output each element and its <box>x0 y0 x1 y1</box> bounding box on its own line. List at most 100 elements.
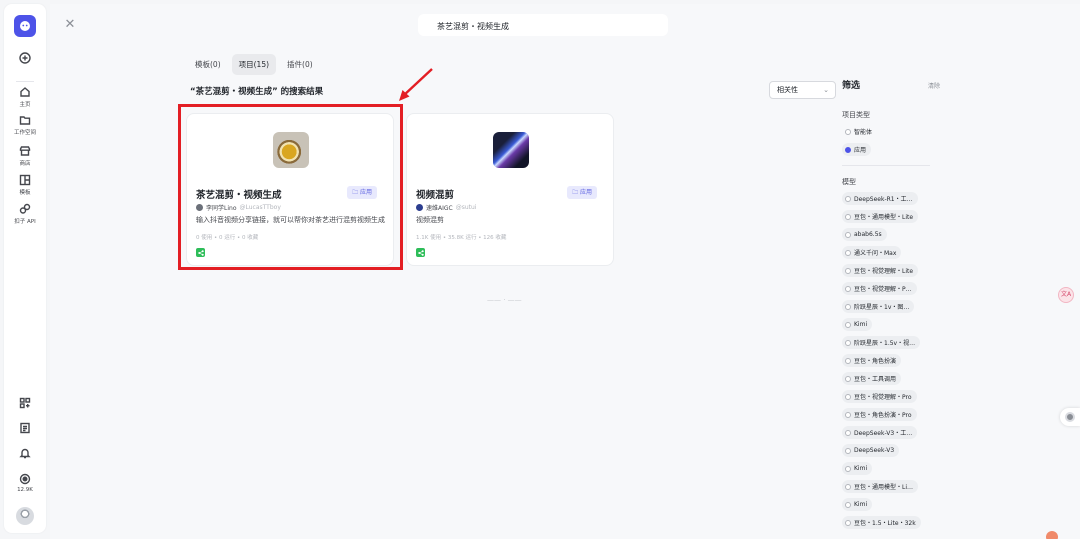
rail-item-label: 模板 <box>19 190 31 196</box>
type-option-app[interactable]: 应用 <box>842 143 872 156</box>
model-option[interactable]: abab6.5s <box>842 228 887 241</box>
model-option[interactable]: 豆包・角色扮演・Pro <box>842 408 917 421</box>
model-option[interactable]: DeepSeek-V3・工… <box>842 426 918 439</box>
chip-label: 豆包・角色扮演 <box>854 358 897 365</box>
chip-label: Kimi <box>854 465 868 472</box>
list-end-divider: —— · —— <box>487 296 522 304</box>
model-option[interactable]: 阶跃星辰・1v・图… <box>842 300 915 313</box>
radio-icon <box>845 213 851 220</box>
home-icon <box>20 87 30 97</box>
model-option[interactable]: DeepSeek-R1・工… <box>842 192 918 205</box>
chip-label: 豆包・通用模型・Li… <box>854 484 914 491</box>
project-card[interactable]: 茶艺混剪・视频生成 🗀 应用 李同学Lino @LucasTTboy 输入抖音视… <box>186 113 394 266</box>
app-tag: 🗀 应用 <box>567 186 597 199</box>
radio-icon <box>845 285 851 292</box>
side-float-button[interactable] <box>1060 408 1080 426</box>
search-input[interactable] <box>418 15 668 38</box>
chip-label: abab6.5s <box>854 231 882 238</box>
model-option[interactable]: Kimi <box>842 498 873 511</box>
radio-icon <box>845 339 851 346</box>
store-icon <box>19 146 31 156</box>
chip-label: 阶跃星辰・1.5v・视… <box>854 340 916 347</box>
radio-icon <box>845 375 851 382</box>
assistant-float-icon[interactable]: 文A <box>1058 287 1074 303</box>
radio-icon <box>845 357 851 364</box>
model-option[interactable]: 豆包・视觉理解・P… <box>842 282 917 295</box>
chip-label: 豆包・视觉理解・Pro <box>854 394 912 401</box>
model-option[interactable]: 通义千问・Max <box>842 246 902 259</box>
model-option[interactable]: 豆包・工具调用 <box>842 372 902 385</box>
model-option[interactable]: 豆包・通用模型・Lite <box>842 210 919 223</box>
chip-label: DeepSeek-V3・工… <box>854 430 913 437</box>
search-box[interactable] <box>418 14 668 38</box>
tag-label: 应用 <box>359 189 372 196</box>
radio-icon <box>845 447 851 454</box>
chip-label: 应用 <box>854 147 867 154</box>
project-stats: 1.1K 使用 • 35.8K 运行 • 126 收藏 <box>416 235 507 241</box>
tab-projects[interactable]: 项目(15) <box>231 54 277 75</box>
filter-panel: 筛选 清除 项目类型 智能体 应用 模型 DeepSeek-R1・工… 豆包・通用… <box>842 78 942 529</box>
rail-item-templates[interactable]: 模板 <box>4 174 46 196</box>
sort-select[interactable]: 相关性 ⌄ <box>769 81 836 99</box>
apps-grid-button[interactable] <box>4 397 46 409</box>
circle-icon <box>1065 412 1075 422</box>
rail-item-workspace[interactable]: 工作空间 <box>4 114 46 136</box>
tab-templates[interactable]: 模板(0) <box>188 54 228 75</box>
radio-icon <box>845 465 851 472</box>
rail-item-label: 扣子 API <box>14 219 36 225</box>
radio-checked-icon <box>845 146 851 153</box>
filter-clear-button[interactable]: 清除 <box>928 81 940 90</box>
radio-icon <box>845 411 851 418</box>
radio-icon <box>845 483 851 490</box>
chip-label: Kimi <box>854 321 868 328</box>
model-option[interactable]: Kimi <box>842 318 873 331</box>
folder-icon <box>19 116 31 125</box>
result-tabs: 模板(0) 项目(15) 插件(0) <box>188 54 320 75</box>
project-author[interactable]: 李同学Lino @LucasTTboy <box>196 203 281 212</box>
author-name: 李同学Lino <box>206 205 237 212</box>
project-name: 视频混剪 <box>416 190 455 201</box>
project-author[interactable]: 速维AIGC @sutui <box>416 203 476 212</box>
author-handle: @LucasTTboy <box>239 204 281 211</box>
model-option[interactable]: 阶跃星辰・1.5v・视… <box>842 336 921 349</box>
rail-item-api[interactable]: 扣子 API <box>4 203 46 225</box>
chip-label: 通义千问・Max <box>854 250 897 257</box>
rail-item-label: 主页 <box>19 102 31 108</box>
project-thumbnail <box>273 132 309 168</box>
chip-label: 阶跃星辰・1v・图… <box>854 304 910 311</box>
corner-float-icon[interactable] <box>1046 531 1058 539</box>
chip-label: DeepSeek-V3 <box>854 447 895 454</box>
docs-button[interactable] <box>4 422 46 434</box>
avatar[interactable] <box>16 507 34 525</box>
rail-item-store[interactable]: 商店 <box>4 145 46 167</box>
model-option[interactable]: 豆包・通用模型・Li… <box>842 480 919 493</box>
followers-button[interactable]: 12.9K <box>4 473 46 493</box>
radio-icon <box>845 303 851 310</box>
type-option-agent[interactable]: 智能体 <box>842 125 877 138</box>
project-name: 茶艺混剪・视频生成 <box>196 190 282 201</box>
document-icon <box>20 422 30 434</box>
close-icon[interactable]: ✕ <box>62 17 78 33</box>
notifications-button[interactable] <box>4 447 46 459</box>
model-option[interactable]: 豆包・1.5・Lite・32k <box>842 516 921 529</box>
author-avatar <box>416 204 423 211</box>
model-option[interactable]: DeepSeek-V3 <box>842 444 900 457</box>
rail-item-label: 工作空间 <box>13 130 36 136</box>
model-option[interactable]: 豆包・角色扮演 <box>842 354 902 367</box>
model-option[interactable]: 豆包・视觉理解・Lite <box>842 264 919 277</box>
model-option[interactable]: Kimi <box>842 462 873 475</box>
tab-plugins[interactable]: 插件(0) <box>280 54 320 75</box>
plus-circle-icon <box>19 52 31 64</box>
followers-count: 12.9K <box>17 487 33 493</box>
create-button[interactable] <box>4 52 46 64</box>
model-option[interactable]: 豆包・视觉理解・Pro <box>842 390 917 403</box>
grid-icon <box>19 397 31 409</box>
api-icon <box>19 203 31 214</box>
logo-icon[interactable] <box>14 15 36 37</box>
project-card[interactable]: 视频混剪 🗀 应用 速维AIGC @sutui 视频混剪 1.1K 使用 • 3… <box>406 113 614 266</box>
radio-icon <box>845 321 851 328</box>
filter-type-title: 项目类型 <box>842 111 870 119</box>
rail-item-home[interactable]: 主页 <box>4 86 46 108</box>
template-icon <box>19 174 31 186</box>
chip-label: 豆包・工具调用 <box>854 376 897 383</box>
